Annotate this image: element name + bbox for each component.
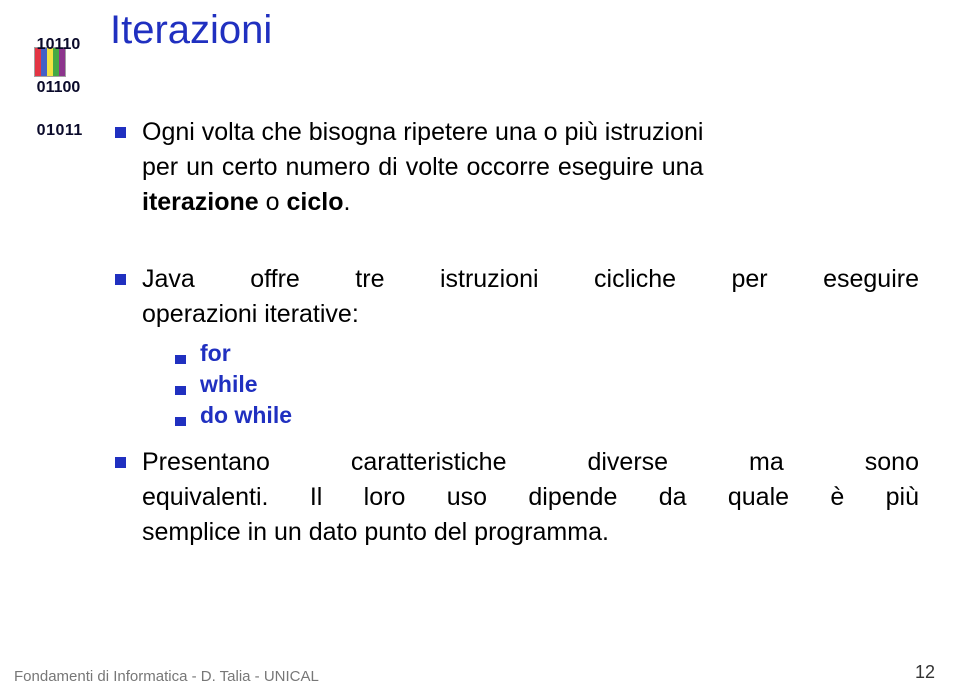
bullet-3: Presentano caratteristiche diverse ma so… xyxy=(115,445,919,550)
text: cicliche xyxy=(594,262,676,297)
bullet-icon xyxy=(115,457,126,468)
text: semplice in un dato punto del programma. xyxy=(142,518,609,546)
inner-bullet: while xyxy=(175,371,919,398)
slide-body: Ogni volta che bisogna ripetere una o pi… xyxy=(115,115,919,558)
bullet-icon xyxy=(175,386,186,395)
text: caratteristiche xyxy=(351,445,507,480)
bullet-icon xyxy=(115,274,126,285)
text: o xyxy=(259,188,287,216)
keyword: ciclo xyxy=(287,188,344,216)
keyword: do while xyxy=(200,402,292,429)
bullet-icon xyxy=(175,417,186,426)
text: ma xyxy=(749,445,784,480)
bullet-2: Java offre tre istruzioni cicliche per e… xyxy=(115,262,919,332)
text: operazioni iterative: xyxy=(142,300,359,328)
text: istruzioni xyxy=(440,262,539,297)
slide-title: Iterazioni xyxy=(110,8,272,53)
text: tre xyxy=(355,262,384,297)
inner-list: for while do while xyxy=(175,340,919,429)
text: Presentano xyxy=(142,445,270,480)
bullet-icon xyxy=(115,127,126,138)
text: per xyxy=(731,262,767,297)
keyword: while xyxy=(200,371,258,398)
text: eseguire xyxy=(823,262,919,297)
binary-decoration: 10110 01100 01011 xyxy=(10,12,80,163)
text: offre xyxy=(250,262,300,297)
text: sono xyxy=(865,445,919,480)
text: per un certo numero di volte occorre ese… xyxy=(142,153,703,181)
inner-bullet: do while xyxy=(175,402,919,429)
text: Java xyxy=(142,262,195,297)
text: Ogni volta che bisogna ripetere una o pi… xyxy=(142,118,703,146)
keyword: for xyxy=(200,340,231,367)
text: diverse xyxy=(587,445,668,480)
inner-bullet: for xyxy=(175,340,919,367)
bullet-1: Ogni volta che bisogna ripetere una o pi… xyxy=(115,115,919,220)
text: equivalenti. Il loro uso dipende da qual… xyxy=(142,483,919,511)
binary-line: 01100 xyxy=(37,79,81,96)
text: . xyxy=(343,188,350,216)
footer-text: Fondamenti di Informatica - D. Talia - U… xyxy=(14,668,319,685)
page-number: 12 xyxy=(915,662,935,683)
bullet-icon xyxy=(175,355,186,364)
keyword: iterazione xyxy=(142,188,259,216)
binary-line: 01011 xyxy=(37,122,83,139)
binary-line: 10110 xyxy=(37,36,81,53)
